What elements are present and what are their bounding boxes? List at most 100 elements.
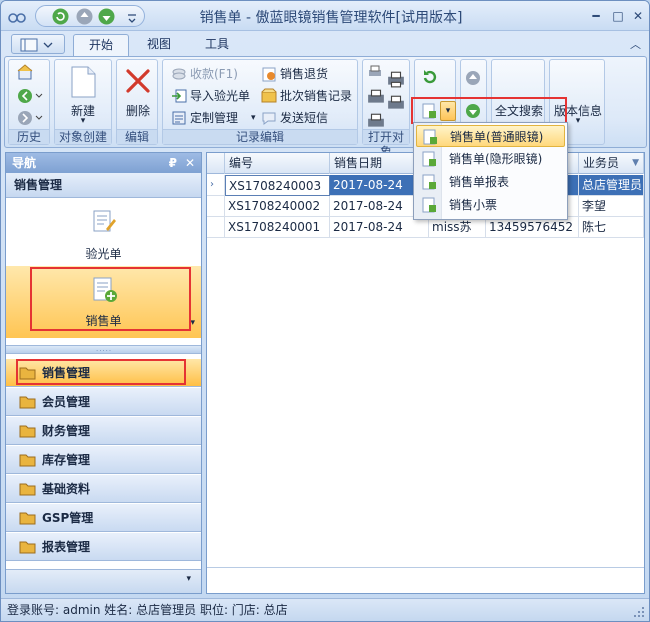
print-preview-icon[interactable] xyxy=(367,88,385,106)
row-indicator-icon: › xyxy=(207,175,225,196)
nav-category-finance[interactable]: 财务管理 xyxy=(6,417,201,445)
cell-phone[interactable]: 13459576452 xyxy=(486,217,579,238)
sales-dropdown-menu: 销售单(普通眼镜) 销售单(隐形眼镜) 销售单报表 销售小票 xyxy=(413,122,568,220)
full-text-search-button[interactable]: 全文搜索 xyxy=(492,62,546,122)
optometry-form-icon xyxy=(93,210,116,232)
column-header-salesperson-label: 业务员 xyxy=(583,156,620,170)
nav-header-label: 导航 xyxy=(12,156,37,170)
reload-icon[interactable] xyxy=(421,68,439,86)
coins-icon xyxy=(172,68,186,80)
nav-category-gsp[interactable]: GSP管理 xyxy=(6,504,201,532)
ribbon-collapse-icon[interactable]: ︿ xyxy=(630,36,641,52)
cell-number[interactable]: XS1708240003 xyxy=(225,175,330,196)
nav-category-reports[interactable]: 报表管理 xyxy=(6,533,201,561)
menu-item-sales-contact[interactable]: 销售单(隐形眼镜) xyxy=(416,148,565,170)
refresh-icon[interactable] xyxy=(52,8,69,25)
version-info-button[interactable]: 版本信息 ▾ xyxy=(550,62,606,126)
close-icon[interactable]: ✕ xyxy=(628,7,648,25)
printer-small-icon[interactable] xyxy=(367,64,383,80)
custom-management-label: 定制管理 xyxy=(190,111,239,125)
group-label-create: 对象创建 xyxy=(55,129,111,144)
delete-button-label: 删除 xyxy=(125,104,150,118)
minimize-icon[interactable]: ━ xyxy=(586,7,606,25)
grid-horizontal-scrollbar[interactable] xyxy=(207,567,644,593)
nav-splitter[interactable]: ····· xyxy=(6,345,201,355)
group-label-history: 历史 xyxy=(9,129,49,144)
up-icon[interactable] xyxy=(465,70,481,86)
group-record-edit: 收款(F1) 导入验光单 定制管理 ▾ 销售退货 批次销售记录 发送短信 记录编… xyxy=(162,59,358,145)
cell-number[interactable]: XS1708240002 xyxy=(225,196,330,217)
maximize-icon[interactable]: □ xyxy=(608,7,628,25)
sales-form-icon xyxy=(422,103,436,119)
menu-item-sales-regular[interactable]: 销售单(普通眼镜) xyxy=(416,125,565,147)
sales-order-icon xyxy=(93,277,117,302)
cell-salesperson[interactable]: 陈七 xyxy=(579,217,644,238)
nav-category-sales[interactable]: 销售管理 xyxy=(6,359,201,387)
nav-category-gsp-label: GSP管理 xyxy=(42,511,94,525)
app-menu-button[interactable] xyxy=(11,34,65,54)
menu-item-sales-receipt-label: 销售小票 xyxy=(449,198,498,212)
nav-item-sales-order[interactable]: 销售单 ▾ xyxy=(6,266,201,338)
menu-item-sales-report[interactable]: 销售单报表 xyxy=(416,171,565,193)
cell-number[interactable]: XS1708240001 xyxy=(225,217,330,238)
nav-category-basic-data-label: 基础资料 xyxy=(42,482,91,496)
import-icon xyxy=(172,89,187,103)
delete-x-icon xyxy=(126,69,150,93)
row-indicator xyxy=(207,196,225,217)
dropdown-arrow-icon[interactable]: ▾ xyxy=(440,101,456,121)
nav-header: 导航 ₽ ✕ xyxy=(6,153,201,173)
nav-category-basic-data[interactable]: 基础资料 xyxy=(6,475,201,503)
cell-customer[interactable]: miss苏 xyxy=(429,217,486,238)
delete-button[interactable]: 删除 xyxy=(119,62,157,128)
menu-item-sales-contact-label: 销售单(隐形眼镜) xyxy=(449,152,543,166)
nav-category-reports-label: 报表管理 xyxy=(42,540,91,554)
status-text: 登录账号: admin 姓名: 总店管理员 职位: 门店: 总店 xyxy=(7,603,288,617)
folder-icon xyxy=(19,454,36,467)
cell-salesperson[interactable]: 李望 xyxy=(579,196,644,217)
menu-item-sales-report-label: 销售单报表 xyxy=(449,175,510,189)
app-window: 销售单 - 傲蓝眼镜销售管理软件[试用版本] ━ □ ✕ 开始 视图 工具 ︿ xyxy=(0,0,650,622)
customize-qat-icon[interactable] xyxy=(126,8,138,25)
open-sales-dropdown-button[interactable]: ▾ xyxy=(419,100,459,124)
tab-view[interactable]: 视图 xyxy=(135,34,183,57)
column-header-salesperson[interactable]: 业务员 ▼ xyxy=(579,153,644,174)
cell-date[interactable]: 2017-08-24 xyxy=(330,217,429,238)
app-logo-icon[interactable] xyxy=(7,6,27,26)
down-arrow-icon[interactable] xyxy=(98,8,115,25)
home-icon[interactable] xyxy=(17,64,33,80)
window-title: 销售单 - 傲蓝眼镜销售管理软件[试用版本] xyxy=(199,10,463,26)
nav-item-optometry[interactable]: 验光单 xyxy=(6,205,201,265)
menu-item-sales-regular-label: 销售单(普通眼镜) xyxy=(450,130,544,144)
download-icon[interactable] xyxy=(465,103,481,119)
printer-icon[interactable] xyxy=(387,70,405,88)
tab-tools[interactable]: 工具 xyxy=(193,34,241,57)
print-setup-icon[interactable] xyxy=(387,94,405,112)
tab-home[interactable]: 开始 xyxy=(73,34,129,57)
pin-icon[interactable]: ₽ xyxy=(169,153,177,173)
cell-salesperson[interactable]: 总店管理员 xyxy=(579,175,644,196)
up-arrow-icon[interactable] xyxy=(76,8,93,25)
sales-form-icon xyxy=(423,129,437,145)
column-header-number[interactable]: 编号 xyxy=(225,153,330,174)
nav-close-icon[interactable]: ✕ xyxy=(185,153,195,173)
send-sms-label: 发送短信 xyxy=(280,111,329,125)
custom-icon xyxy=(172,111,186,125)
nav-category-members[interactable]: 会员管理 xyxy=(6,388,201,416)
nav-category-inventory[interactable]: 库存管理 xyxy=(6,446,201,474)
resize-grip-icon[interactable] xyxy=(634,607,646,619)
nav-scroll-down-icon[interactable]: ▾ xyxy=(190,318,195,328)
print-batch-icon[interactable] xyxy=(367,112,385,130)
group-edit: 删除 编辑 xyxy=(116,59,158,145)
new-button[interactable]: 新建 ▾ xyxy=(57,62,109,130)
table-row[interactable]: XS1708240001 2017-08-24 miss苏 1345957645… xyxy=(207,217,644,238)
group-history: 历史 xyxy=(8,59,50,145)
nav-category-sales-label: 销售管理 xyxy=(42,366,91,380)
sales-form-icon xyxy=(422,174,436,190)
back-icon[interactable] xyxy=(17,88,43,104)
navigation-pane: 导航 ₽ ✕ 销售管理 验光单 销售单 ▾ ····· 销售管理 会员管理 财务… xyxy=(5,152,202,594)
import-optometry-label: 导入验光单 xyxy=(190,89,251,103)
nav-configure-icon[interactable]: ▾ xyxy=(186,574,191,584)
menu-item-sales-receipt[interactable]: 销售小票 xyxy=(416,194,565,216)
forward-icon[interactable] xyxy=(17,110,43,126)
group-label-record-edit: 记录编辑 xyxy=(163,129,357,144)
